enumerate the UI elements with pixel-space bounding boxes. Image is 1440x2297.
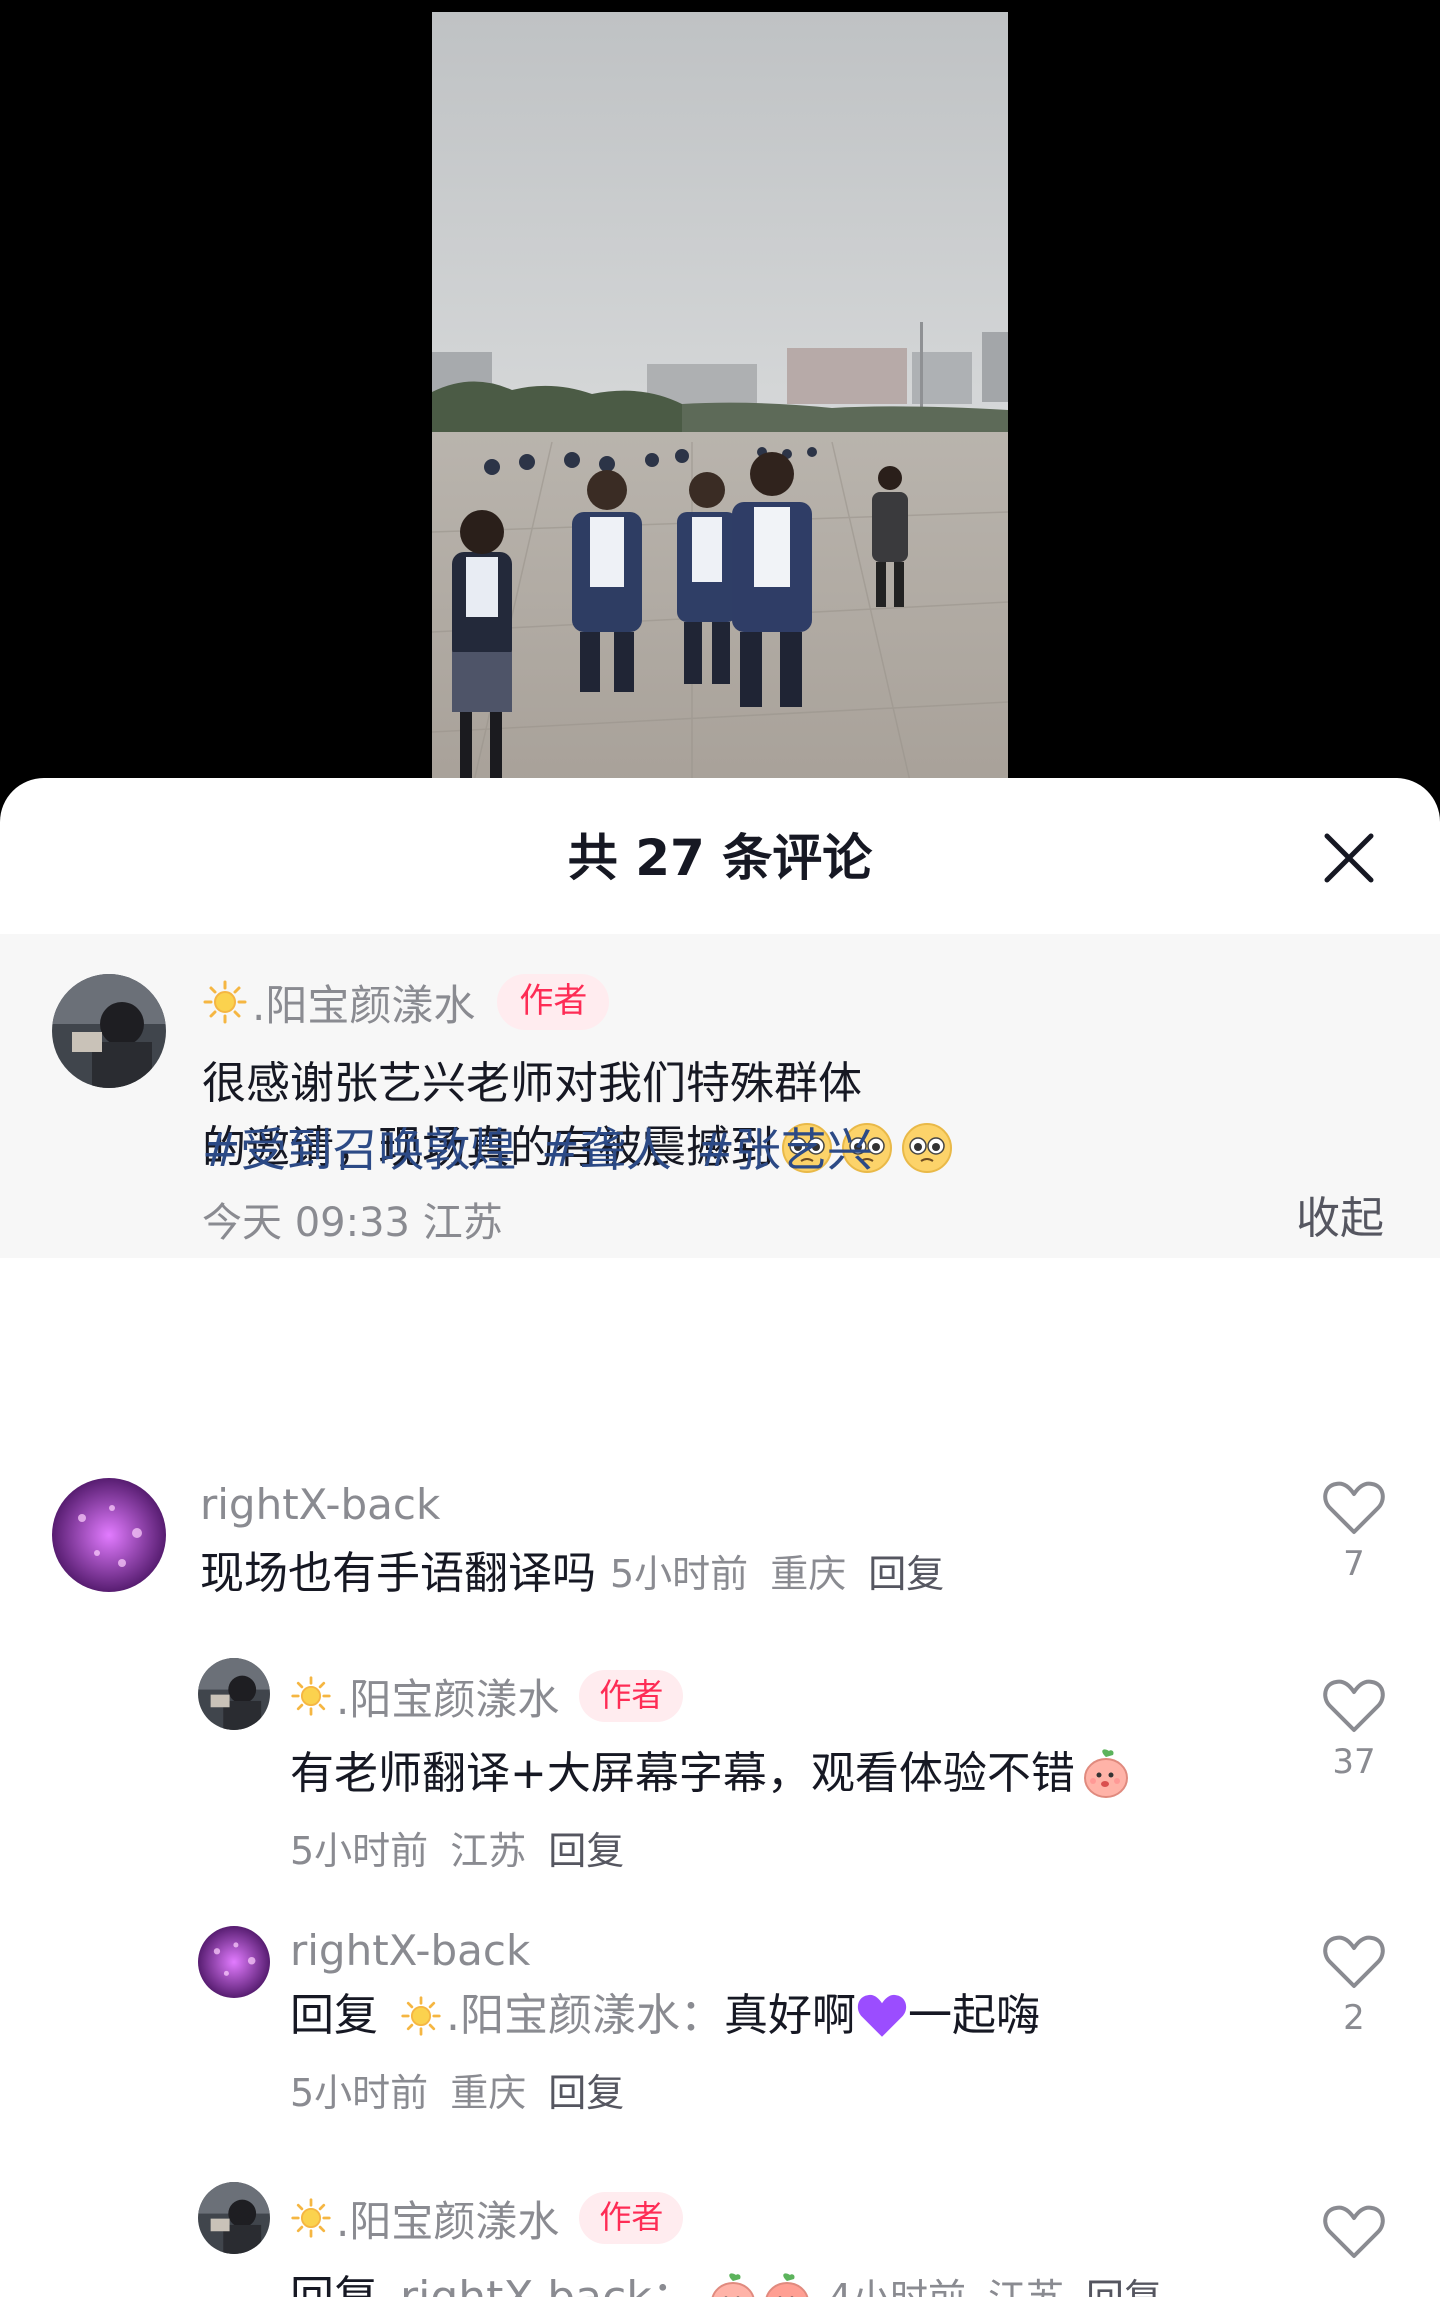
hashtag-link[interactable]: #张艺兴: [696, 1123, 873, 1177]
pinned-comment-meta: 今天 09:33 江苏: [202, 1200, 503, 1246]
like-button[interactable]: 37: [1314, 1676, 1394, 1782]
heart-icon: [1323, 2205, 1385, 2258]
pinned-author-name[interactable]: .阳宝颜漾水: [252, 972, 475, 1033]
avatar[interactable]: [52, 1478, 166, 1592]
comment-text-row: 现场也有手语翻译吗 5小时前 重庆 回复: [200, 1542, 944, 1606]
reply-user-line: .阳宝颜漾水 作者: [290, 1666, 684, 1727]
comment-text: 现场也有手语翻译吗: [200, 1548, 596, 1599]
author-badge: 作者: [579, 2192, 684, 2244]
reply-username[interactable]: .阳宝颜漾水: [336, 1666, 559, 1727]
reply-location: 江苏: [450, 1829, 527, 1873]
reply-text-part-1: 真好啊: [724, 1990, 856, 2041]
reply-location: 江苏: [988, 2276, 1064, 2297]
reply-text-row: 回复 .阳宝颜漾水： 真好啊 一起嗨: [290, 1984, 1040, 2048]
reply-username[interactable]: rightX-back: [290, 1926, 530, 1975]
heart-icon: [1323, 1679, 1385, 1732]
avatar[interactable]: [198, 1926, 270, 1998]
reply-text-part-2: 一起嗨: [908, 1990, 1040, 2041]
avatar[interactable]: [198, 2182, 270, 2254]
reply-to-user[interactable]: .阳宝颜漾水：: [400, 1984, 724, 2048]
reply-to-name: .阳宝颜漾水：: [446, 1990, 724, 2041]
heart-icon: [1323, 1935, 1385, 1988]
author-badge: 作者: [579, 1670, 684, 1722]
reply-meta: 5小时前 江苏 回复: [290, 1820, 624, 1875]
video-scene-image: [432, 12, 1008, 790]
reply-user-line: rightX-back: [290, 1920, 530, 1980]
purple-heart-emoji-icon: [857, 1994, 907, 2037]
reply-text: 有老师翻译+大屏幕字幕，观看体验不错: [290, 1748, 1075, 1799]
like-button[interactable]: 2: [1314, 1932, 1394, 2038]
reply-item: .阳宝颜漾水 作者 回复 rightX-back： 4小时前 江苏 回复: [0, 2182, 1440, 2297]
reply-button[interactable]: 回复: [1086, 2276, 1162, 2297]
reply-username[interactable]: .阳宝颜漾水: [336, 2188, 559, 2249]
reply-meta: 4小时前 江苏 回复: [828, 2266, 1162, 2297]
avatar[interactable]: [52, 974, 166, 1088]
close-button[interactable]: [1304, 822, 1394, 894]
hashtag-link[interactable]: #受到召唤敦煌: [202, 1123, 517, 1177]
like-button[interactable]: [1314, 2202, 1394, 2262]
comment-username[interactable]: rightX-back: [200, 1480, 440, 1529]
video-frame[interactable]: [432, 12, 1008, 790]
reply-meta: 5小时前 重庆 回复: [290, 2062, 624, 2117]
pinned-author-comment: .阳宝颜漾水 作者 很感谢张艺兴老师对我们特殊群体 的邀请，现场真的有被震撼到: [0, 934, 1440, 1258]
sun-emoji-icon: [203, 980, 247, 1024]
pleading-face-emoji-icon: [902, 1123, 952, 1173]
reply-prefix: 回复: [290, 2266, 378, 2297]
avatar[interactable]: [198, 1658, 270, 1730]
reply-time: 5小时前: [290, 2071, 429, 2115]
reply-text-row: 回复 rightX-back： 4小时前 江苏 回复: [290, 2266, 1162, 2297]
comment-sheet-header: 共 27 条评论: [0, 778, 1440, 934]
author-badge: 作者: [497, 974, 610, 1030]
sun-emoji-icon: [291, 1676, 331, 1716]
reply-button[interactable]: 回复: [548, 1829, 624, 1873]
pinned-text-line-1: 很感谢张艺兴老师对我们特殊群体: [202, 1058, 862, 1109]
peach-emoji-icon: [765, 2273, 809, 2297]
peach-emoji-icon: [711, 2273, 755, 2297]
reply-time: 4小时前: [828, 2276, 966, 2297]
comment-user-line: rightX-back: [200, 1472, 440, 1536]
pinned-author-name-line: .阳宝颜漾水 作者: [202, 970, 610, 1034]
comment-item: rightX-back 现场也有手语翻译吗 5小时前 重庆 回复 7: [0, 1478, 1440, 1658]
hashtag-row: #受到召唤敦煌 #聋人 #张艺兴: [202, 1118, 883, 1182]
sun-emoji-icon: [291, 2198, 331, 2238]
comment-time: 5小时前: [610, 1552, 749, 1596]
hashtag-link[interactable]: #聋人: [541, 1123, 672, 1177]
video-player[interactable]: [0, 0, 1440, 790]
reply-item: rightX-back 回复 .阳宝颜漾水： 真好啊 一起嗨 5小时前 重庆 回…: [0, 1926, 1440, 2126]
peach-emoji-icon: [1083, 1749, 1128, 1798]
reply-text-row: 有老师翻译+大屏幕字幕，观看体验不错: [290, 1742, 1133, 1806]
heart-icon: [1323, 1481, 1385, 1534]
reply-time: 5小时前: [290, 1829, 429, 1873]
reply-user-line: .阳宝颜漾水 作者: [290, 2188, 684, 2249]
comment-count-title: 共 27 条评论: [567, 829, 873, 887]
comment-sheet: 共 27 条评论 .阳宝颜漾水 作者 很感谢张艺兴老师对我们特殊群体 的邀请，现…: [0, 778, 1440, 2297]
reply-item: .阳宝颜漾水 作者 有老师翻译+大屏幕字幕，观看体验不错 5小时前 江苏 回复 37: [0, 1658, 1440, 1873]
reply-button[interactable]: 回复: [868, 1552, 944, 1596]
comment-meta: 5小时前 重庆 回复: [610, 1542, 944, 1606]
reply-prefix: 回复: [290, 1990, 378, 2041]
reply-button[interactable]: 回复: [548, 2071, 624, 2115]
like-count: 2: [1343, 1998, 1365, 2038]
reply-to-name[interactable]: rightX-back：: [400, 2266, 696, 2297]
close-icon: [1324, 833, 1374, 883]
comment-location: 重庆: [770, 1552, 847, 1596]
like-button[interactable]: 7: [1314, 1478, 1394, 1584]
like-count: 37: [1332, 1742, 1376, 1782]
like-count: 7: [1343, 1544, 1365, 1584]
sun-emoji-icon: [401, 1996, 441, 2036]
reply-location: 重庆: [450, 2071, 527, 2115]
collapse-button[interactable]: 收起: [1296, 1182, 1384, 1246]
